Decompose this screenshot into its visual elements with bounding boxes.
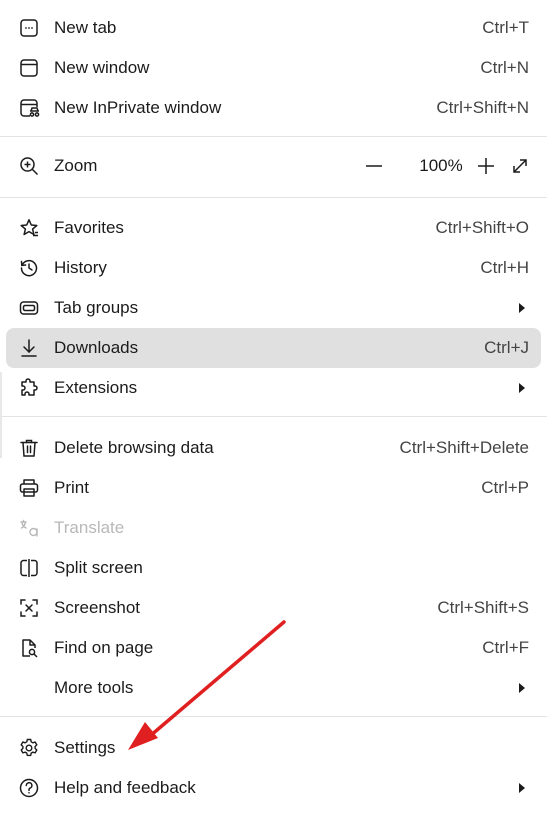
menu-item-settings[interactable]: Settings	[6, 728, 541, 768]
zoom-out-button[interactable]	[363, 155, 385, 177]
menu-item-zoom: Zoom 100%	[6, 146, 541, 186]
menu-item-favorites[interactable]: Favorites Ctrl+Shift+O	[6, 208, 541, 248]
menu-item-label: Find on page	[54, 638, 154, 657]
fullscreen-button[interactable]	[509, 155, 531, 177]
menu-item-shortcut: Ctrl+Shift+N	[436, 98, 529, 117]
screenshot-icon	[18, 597, 40, 619]
menu-item-label: New window	[54, 58, 150, 77]
menu-item-new-inprivate-window[interactable]: New InPrivate window Ctrl+Shift+N	[6, 88, 541, 128]
chevron-right-icon	[519, 683, 525, 693]
chevron-right-icon	[519, 303, 525, 313]
menu-item-label: Tab groups	[54, 298, 139, 317]
menu-item-label: Split screen	[54, 558, 143, 577]
browser-settings-menu: New tab Ctrl+T New window Ctrl+N New InP…	[0, 0, 547, 816]
tab-groups-icon	[18, 297, 40, 319]
menu-item-find-on-page[interactable]: Find on page Ctrl+F	[6, 628, 541, 668]
menu-item-new-tab[interactable]: New tab Ctrl+T	[6, 8, 541, 48]
menu-item-label: Favorites	[54, 218, 124, 237]
menu-item-label: More tools	[54, 678, 134, 697]
menu-item-history[interactable]: History Ctrl+H	[6, 248, 541, 288]
menu-item-delete-browsing-data[interactable]: Delete browsing data Ctrl+Shift+Delete	[6, 428, 541, 468]
divider	[0, 716, 547, 717]
menu-item-label: Print	[54, 478, 89, 497]
translate-icon	[18, 517, 40, 539]
history-icon	[18, 257, 40, 279]
download-icon	[18, 337, 40, 359]
menu-item-extensions[interactable]: Extensions	[6, 368, 541, 408]
zoom-in-button[interactable]	[475, 155, 497, 177]
menu-item-label: Settings	[54, 738, 116, 757]
help-icon	[18, 777, 40, 799]
menu-item-label: New InPrivate window	[54, 98, 222, 117]
printer-icon	[18, 477, 40, 499]
menu-item-label: Downloads	[54, 338, 139, 357]
menu-item-shortcut: Ctrl+Shift+Delete	[399, 438, 529, 457]
menu-item-label: Screenshot	[54, 598, 140, 617]
menu-item-label: Zoom	[54, 156, 98, 175]
find-page-icon	[18, 637, 40, 659]
edge-shadow	[0, 372, 2, 458]
menu-item-shortcut: Ctrl+Shift+S	[437, 598, 529, 617]
menu-item-label: Help and feedback	[54, 778, 196, 797]
divider	[0, 197, 547, 198]
divider	[0, 416, 547, 417]
menu-item-shortcut: Ctrl+P	[481, 478, 529, 497]
menu-item-downloads[interactable]: Downloads Ctrl+J	[6, 328, 541, 368]
zoom-level: 100%	[419, 156, 463, 175]
chevron-right-icon	[519, 383, 525, 393]
zoom-icon	[18, 155, 40, 177]
window-icon	[18, 57, 40, 79]
menu-item-shortcut: Ctrl+F	[482, 638, 529, 657]
menu-item-label: Extensions	[54, 378, 138, 397]
menu-item-new-window[interactable]: New window Ctrl+N	[6, 48, 541, 88]
menu-item-shortcut: Ctrl+Shift+O	[435, 218, 529, 237]
menu-item-more-tools[interactable]: More tools	[6, 668, 541, 708]
menu-item-screenshot[interactable]: Screenshot Ctrl+Shift+S	[6, 588, 541, 628]
new-tab-icon	[18, 17, 40, 39]
menu-item-help-and-feedback[interactable]: Help and feedback	[6, 768, 541, 808]
menu-item-label: Delete browsing data	[54, 438, 214, 457]
menu-item-tab-groups[interactable]: Tab groups	[6, 288, 541, 328]
split-screen-icon	[18, 557, 40, 579]
menu-item-shortcut: Ctrl+N	[480, 58, 529, 77]
puzzle-icon	[18, 377, 40, 399]
chevron-right-icon	[519, 783, 525, 793]
star-icon	[18, 217, 40, 239]
inprivate-icon	[18, 97, 40, 119]
menu-item-label: History	[54, 258, 107, 277]
menu-item-translate: Translate	[6, 508, 541, 548]
menu-item-shortcut: Ctrl+J	[484, 338, 529, 357]
zoom-controls: 100%	[341, 146, 541, 186]
trash-icon	[18, 437, 40, 459]
menu-item-shortcut: Ctrl+H	[480, 258, 529, 277]
menu-item-split-screen[interactable]: Split screen	[6, 548, 541, 588]
menu-item-shortcut: Ctrl+T	[482, 18, 529, 37]
divider	[0, 136, 547, 137]
menu-item-label: Translate	[54, 518, 125, 537]
menu-item-print[interactable]: Print Ctrl+P	[6, 468, 541, 508]
gear-icon	[18, 737, 40, 759]
menu-item-label: New tab	[54, 18, 117, 37]
